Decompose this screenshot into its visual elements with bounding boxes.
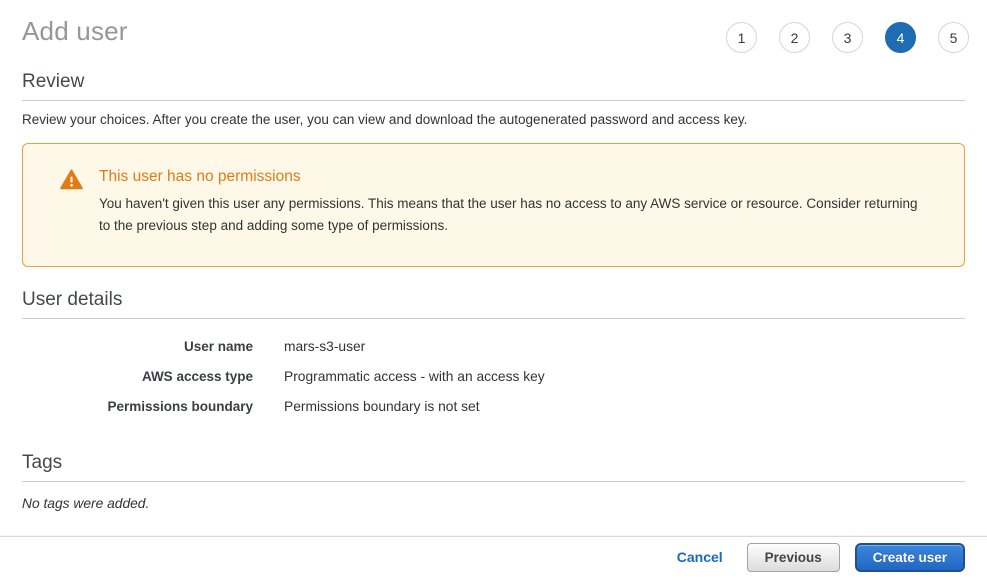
cancel-link[interactable]: Cancel (677, 549, 723, 565)
user-details-section: User details User name mars-s3-user AWS … (22, 289, 965, 422)
review-heading: Review (22, 71, 965, 101)
review-description: Review your choices. After you create th… (22, 112, 965, 127)
table-row: User name mars-s3-user (22, 332, 965, 362)
warning-triangle-icon (60, 169, 83, 240)
review-section: Review Review your choices. After you cr… (22, 71, 965, 127)
user-name-label: User name (22, 339, 253, 354)
warning-icon-wrap (43, 168, 99, 240)
warning-content: This user has no permissions You haven't… (99, 168, 928, 240)
step-3-circle: 3 (832, 22, 863, 53)
step-4-circle-active: 4 (885, 22, 916, 53)
no-permissions-warning: This user has no permissions You haven't… (22, 143, 965, 267)
warning-body: You haven't given this user any permissi… (99, 193, 928, 237)
user-details-heading: User details (22, 289, 965, 319)
aws-access-type-label: AWS access type (22, 369, 253, 384)
previous-button[interactable]: Previous (747, 543, 840, 572)
warning-title: This user has no permissions (99, 168, 928, 186)
create-user-button[interactable]: Create user (855, 543, 965, 572)
step-5-circle: 5 (938, 22, 969, 53)
user-name-value: mars-s3-user (284, 339, 365, 354)
wizard-step-indicator: 1 2 3 4 5 (726, 22, 969, 53)
permissions-boundary-value: Permissions boundary is not set (284, 399, 480, 414)
table-row: Permissions boundary Permissions boundar… (22, 392, 965, 422)
table-row: AWS access type Programmatic access - wi… (22, 362, 965, 392)
aws-access-type-value: Programmatic access - with an access key (284, 369, 545, 384)
user-details-rows: User name mars-s3-user AWS access type P… (22, 319, 965, 422)
wizard-footer: Cancel Previous Create user (0, 536, 987, 581)
tags-section: Tags No tags were added. (22, 452, 965, 511)
tags-empty-message: No tags were added. (22, 496, 965, 511)
step-2-circle: 2 (779, 22, 810, 53)
step-1-circle: 1 (726, 22, 757, 53)
tags-heading: Tags (22, 452, 965, 482)
permissions-boundary-label: Permissions boundary (22, 399, 253, 414)
